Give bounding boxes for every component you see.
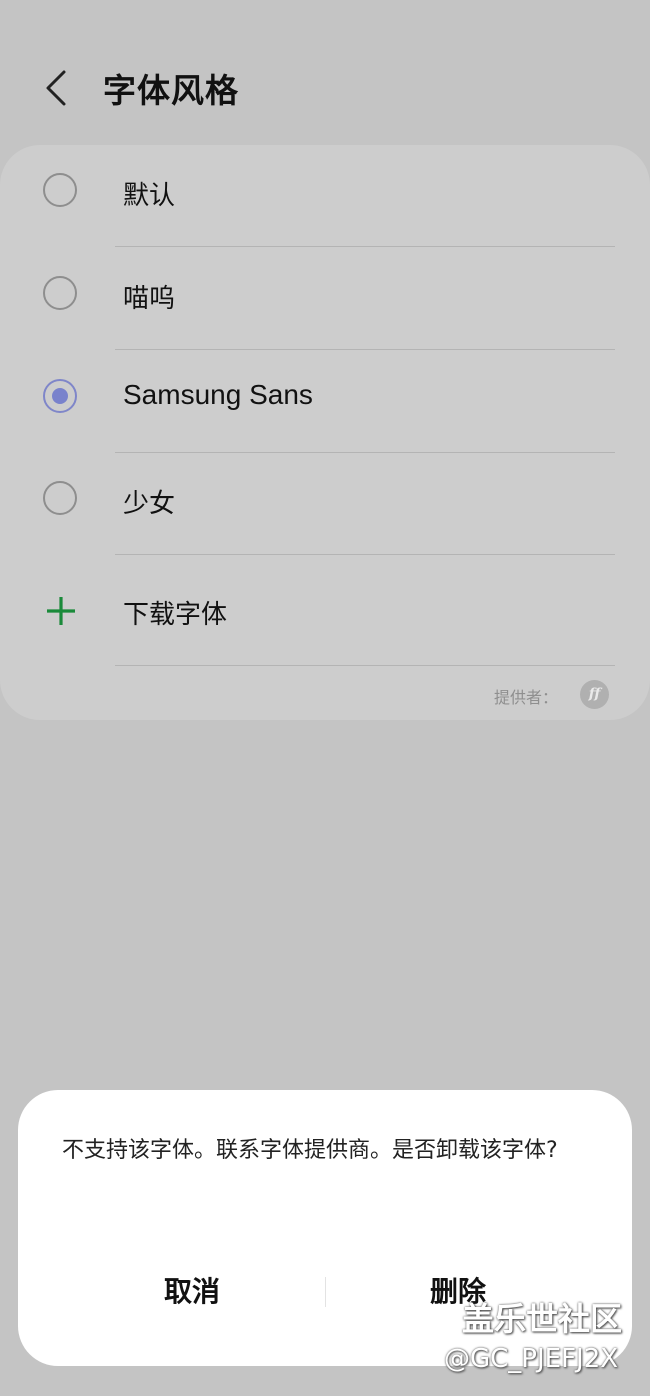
watermark-user: @GC_PJEFJ2X bbox=[444, 1344, 619, 1374]
dialog-message: 不支持该字体。联系字体提供商。是否卸载该字体? bbox=[62, 1138, 558, 1163]
radio-button[interactable] bbox=[43, 276, 77, 310]
font-option-label: Samsung Sans bbox=[123, 379, 313, 410]
divider bbox=[115, 246, 615, 247]
download-fonts-item[interactable]: 下载字体 bbox=[0, 558, 650, 664]
provider-logo[interactable]: ff bbox=[580, 680, 609, 709]
font-option-label: 少女 bbox=[123, 489, 176, 519]
provider-label: 提供者： bbox=[493, 688, 558, 707]
back-button[interactable] bbox=[38, 62, 78, 114]
radio-button[interactable] bbox=[43, 173, 77, 207]
font-option-label: 默认 bbox=[123, 181, 176, 211]
divider bbox=[115, 452, 615, 453]
download-fonts-label: 下载字体 bbox=[123, 600, 228, 630]
font-option-default[interactable]: 默认 bbox=[0, 147, 650, 247]
divider bbox=[115, 665, 615, 666]
cancel-button[interactable]: 取消 bbox=[42, 1270, 342, 1314]
radio-dot bbox=[52, 388, 68, 404]
divider bbox=[115, 554, 615, 555]
font-option-label: 喵呜 bbox=[123, 284, 176, 314]
font-option-samsung-sans[interactable]: Samsung Sans bbox=[0, 352, 650, 452]
radio-button-checked[interactable] bbox=[43, 379, 77, 413]
font-option-miaowu[interactable]: 喵呜 bbox=[0, 250, 650, 350]
page-title: 字体风格 bbox=[103, 71, 239, 110]
header: 字体风格 bbox=[0, 0, 650, 145]
plus-icon bbox=[47, 597, 75, 625]
radio-button[interactable] bbox=[43, 481, 77, 515]
font-option-shaonv[interactable]: 少女 bbox=[0, 455, 650, 555]
chevron-left-icon bbox=[46, 70, 66, 106]
divider bbox=[115, 349, 615, 350]
watermark-community: 盖乐世社区 bbox=[462, 1300, 623, 1338]
